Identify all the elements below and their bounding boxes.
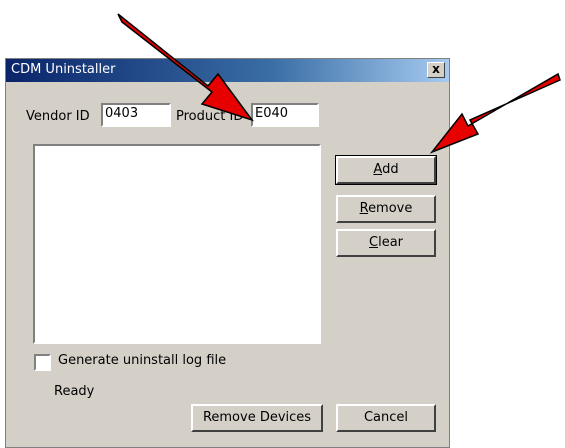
annotation-arrows	[117, 13, 561, 154]
red-arrow-to-product-id	[117, 13, 254, 122]
red-arrow-to-add-button	[429, 72, 561, 154]
